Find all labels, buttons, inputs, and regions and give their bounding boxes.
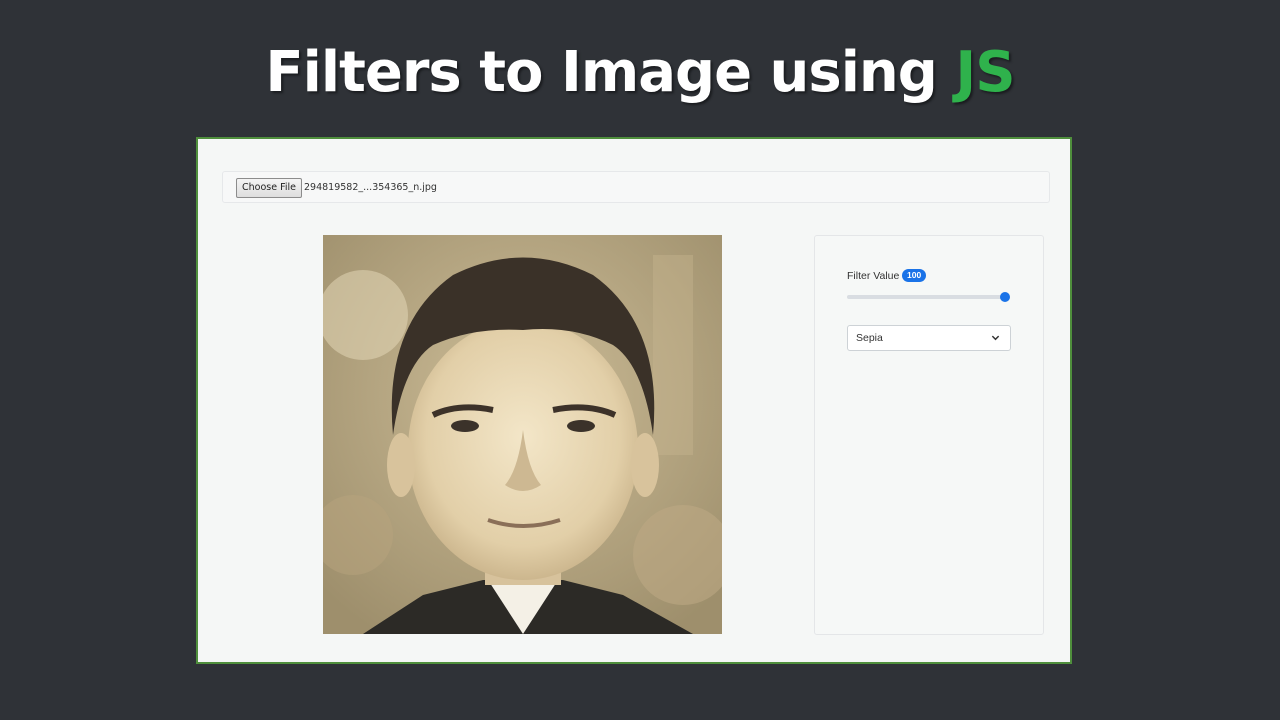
filter-value-badge: 100 [902, 269, 927, 282]
page-headline: Filters to Image using JS [0, 40, 1280, 105]
slider-thumb[interactable] [1000, 292, 1010, 302]
headline-text: Filters to Image using [265, 40, 956, 105]
file-name-label: 294819582_...354365_n.jpg [304, 182, 437, 193]
filter-type-select[interactable]: Sepia [847, 325, 1011, 351]
file-input-bar: Choose File 294819582_...354365_n.jpg [222, 171, 1050, 203]
filter-value-slider[interactable] [847, 292, 1010, 302]
app-frame: Choose File 294819582_...354365_n.jpg Fi… [196, 137, 1072, 664]
chevron-down-icon [991, 335, 1000, 341]
control-panel: Filter Value 100 Sepia [814, 235, 1044, 635]
portrait-photo [323, 235, 722, 634]
choose-file-button[interactable]: Choose File [236, 178, 302, 198]
filter-value-label: Filter Value [847, 270, 900, 282]
filtered-image [323, 235, 722, 634]
headline-accent: JS [955, 40, 1015, 105]
filter-select-value: Sepia [856, 332, 883, 344]
